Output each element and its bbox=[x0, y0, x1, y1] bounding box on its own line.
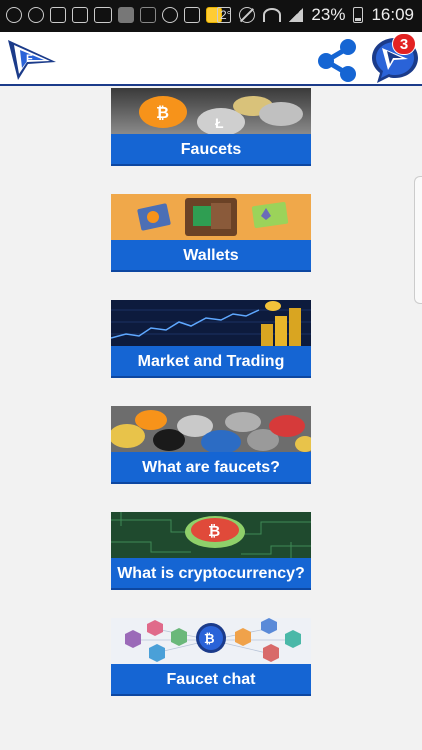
chat-network-image: ₿ bbox=[111, 618, 311, 664]
system-status: 23% 16:09 bbox=[217, 5, 414, 25]
notification-badge: 3 bbox=[392, 33, 416, 55]
menu-card-faucets[interactable]: ₿ Ł Faucets bbox=[111, 88, 311, 166]
menu-label-what-faucets: What are faucets? bbox=[111, 452, 311, 484]
signal-icon bbox=[289, 8, 304, 22]
list-icon bbox=[140, 7, 156, 23]
faucets-image: ₿ Ł bbox=[111, 88, 311, 134]
menu-label-market: Market and Trading bbox=[111, 346, 311, 378]
vpn-icon bbox=[184, 7, 200, 23]
share-button[interactable] bbox=[313, 36, 361, 84]
sync-icon bbox=[162, 7, 178, 23]
svg-text:₿: ₿ bbox=[208, 523, 220, 540]
menu-card-wallets[interactable]: Wallets bbox=[111, 194, 311, 272]
menu-card-market[interactable]: Market and Trading bbox=[111, 300, 311, 378]
svg-text:F: F bbox=[26, 53, 33, 65]
svg-text:₿: ₿ bbox=[156, 104, 169, 122]
share-icon bbox=[318, 39, 356, 82]
mute-icon bbox=[239, 7, 256, 23]
status-bar: 2° 23% 16:09 bbox=[0, 0, 422, 32]
menu-card-faucet-chat[interactable]: ₿ Faucet chat bbox=[111, 618, 311, 696]
heart-icon bbox=[50, 7, 66, 23]
app-logo: F bbox=[6, 36, 58, 87]
menu-label-wallets: Wallets bbox=[111, 240, 311, 272]
coins-collage-image bbox=[111, 406, 311, 452]
menu-label-faucet-chat: Faucet chat bbox=[111, 664, 311, 696]
circuit-bitcoin-image: ₿ bbox=[111, 512, 311, 558]
mail-icon bbox=[72, 7, 88, 23]
menu-label-faucets: Faucets bbox=[111, 134, 311, 166]
svg-text:₿: ₿ bbox=[204, 631, 215, 646]
battery-icon bbox=[353, 7, 364, 23]
image-icon bbox=[118, 7, 134, 23]
battery-percent: 23% bbox=[311, 5, 346, 24]
voicemail-icon bbox=[94, 7, 112, 23]
vibrate-icon bbox=[217, 7, 232, 23]
notification-icons bbox=[6, 7, 222, 23]
clock: 16:09 bbox=[371, 5, 414, 24]
wifi-icon bbox=[263, 8, 282, 22]
menu-label-what-crypto: What is cryptocurrency? bbox=[111, 558, 311, 590]
wallets-image bbox=[111, 194, 311, 240]
market-image bbox=[111, 300, 311, 346]
menu-card-what-crypto[interactable]: ₿ What is cryptocurrency? bbox=[111, 512, 311, 590]
drawer-handle[interactable] bbox=[414, 176, 422, 304]
menu-card-what-faucets[interactable]: What are faucets? bbox=[111, 406, 311, 484]
whatsapp-icon bbox=[6, 7, 22, 23]
svg-text:Ł: Ł bbox=[215, 115, 224, 131]
app-bar: F 3 bbox=[0, 32, 422, 86]
messenger-icon bbox=[28, 7, 44, 23]
